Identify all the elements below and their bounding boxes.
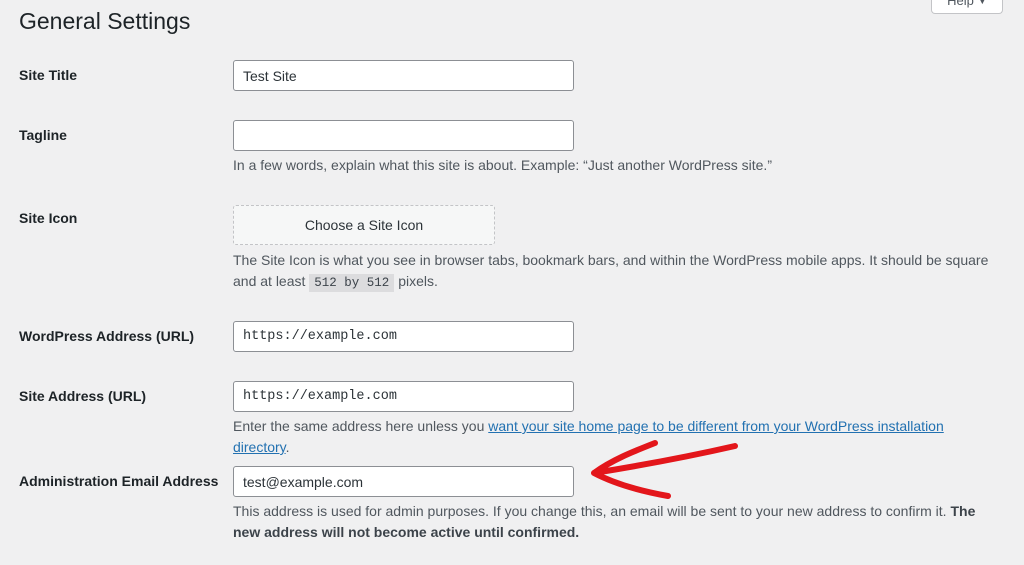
tagline-input[interactable] <box>233 120 574 151</box>
site-icon-size-code: 512 by 512 <box>309 274 395 292</box>
help-tab-button[interactable]: Help ▼ <box>931 0 1003 14</box>
choose-site-icon-button[interactable]: Choose a Site Icon <box>233 205 495 245</box>
site-address-description-prefix: Enter the same address here unless you <box>233 418 485 434</box>
page-title: General Settings <box>19 8 191 34</box>
site-icon-description: The Site Icon is what you see in browser… <box>233 250 1003 294</box>
help-label: Help <box>947 0 974 8</box>
choose-site-icon-label: Choose a Site Icon <box>304 217 424 233</box>
site-title-input[interactable] <box>233 60 574 91</box>
site-title-label: Site Title <box>19 67 78 83</box>
wordpress-address-input[interactable] <box>233 321 574 352</box>
site-icon-label: Site Icon <box>19 210 78 226</box>
site-address-label: Site Address (URL) <box>19 388 147 404</box>
site-address-description-suffix: . <box>285 439 290 455</box>
tagline-description: In a few words, explain what this site i… <box>233 157 772 173</box>
hand-drawn-arrow-left-icon <box>591 440 738 499</box>
wordpress-address-label: WordPress Address (URL) <box>19 328 195 344</box>
admin-email-input[interactable] <box>233 466 574 497</box>
site-address-input[interactable] <box>233 381 574 412</box>
tagline-label: Tagline <box>19 127 67 143</box>
admin-email-label: Administration Email Address <box>19 473 219 489</box>
site-icon-description-pixels: pixels. <box>398 273 438 289</box>
caret-down-icon: ▼ <box>977 0 987 6</box>
